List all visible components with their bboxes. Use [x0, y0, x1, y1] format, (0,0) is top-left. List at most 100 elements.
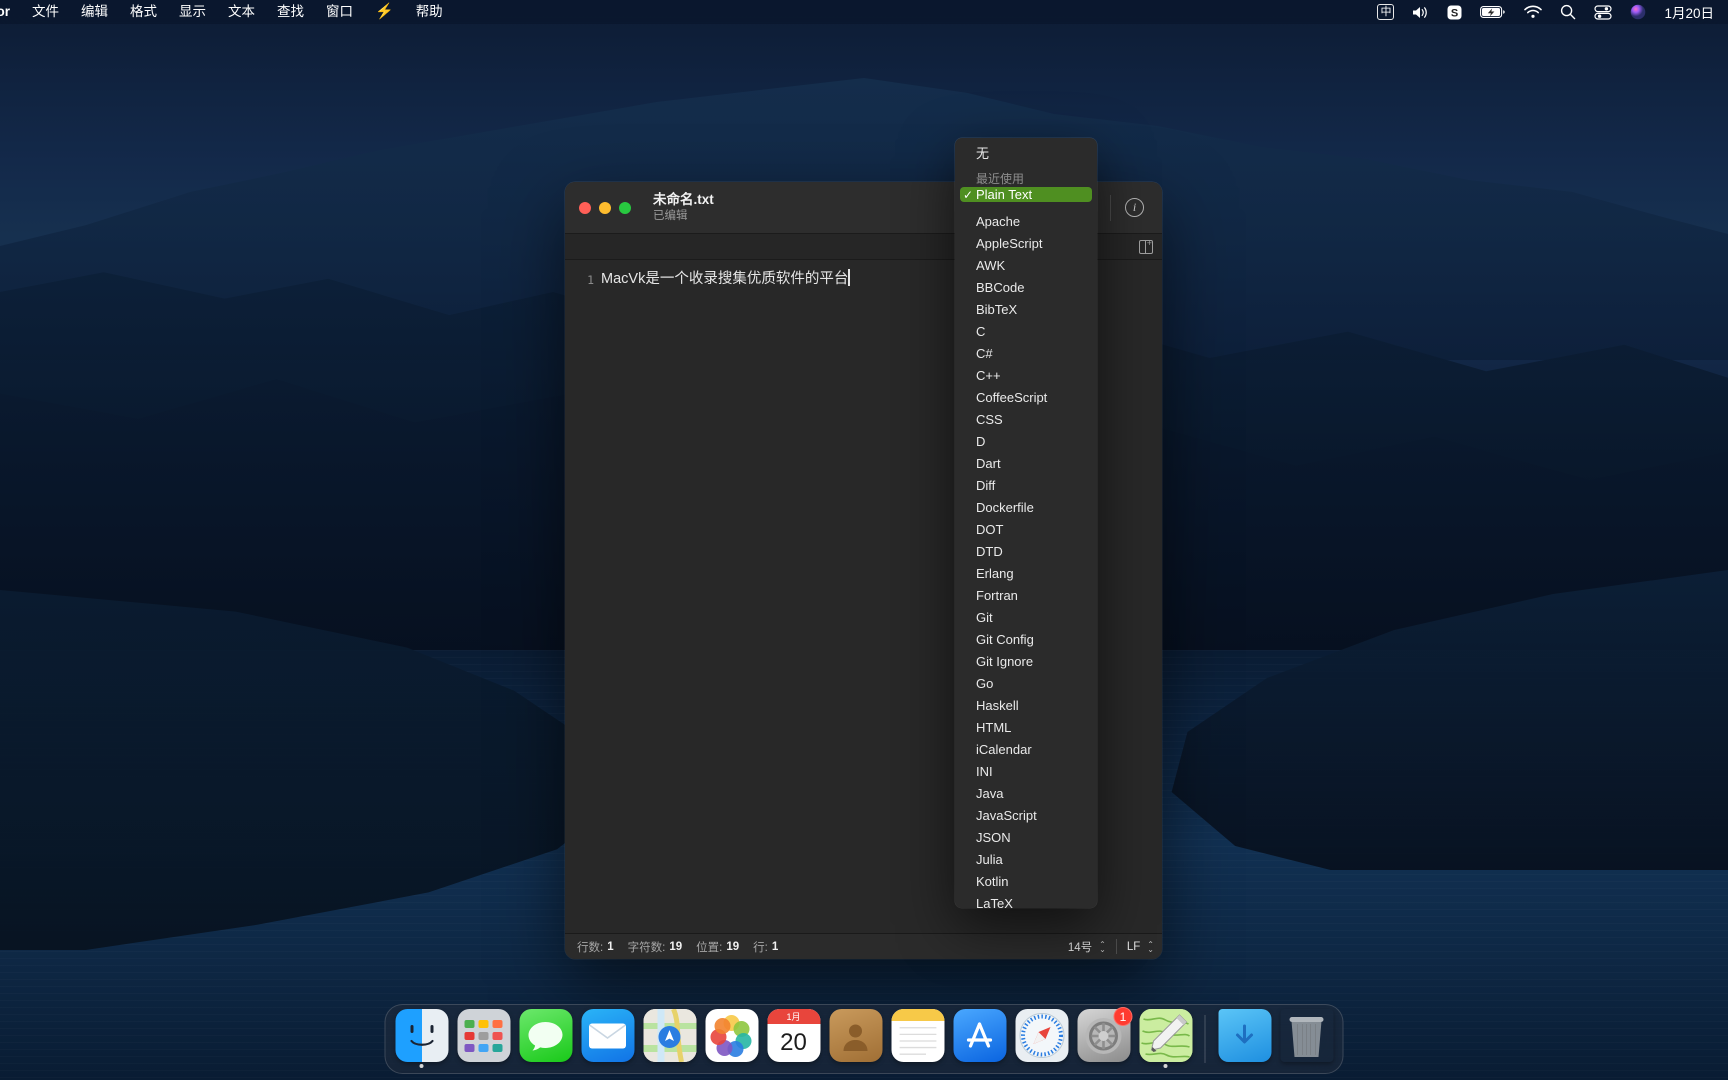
encoding-stepper-icon[interactable]: ⌃ ⌄	[1099, 940, 1106, 953]
menu-bar-date[interactable]: 1月20日	[1655, 2, 1720, 22]
menu-item-format[interactable]: 格式	[119, 0, 168, 24]
wifi-icon[interactable]	[1515, 0, 1551, 24]
status-position: 位置: 19	[696, 939, 739, 955]
menu-option-git-config[interactable]: Git Config	[955, 628, 1097, 650]
menu-option-haskell[interactable]: Haskell	[955, 694, 1097, 716]
menu-option-none[interactable]: 无	[955, 143, 1097, 162]
menu-option-diff[interactable]: Diff	[955, 474, 1097, 496]
menu-item-find[interactable]: 查找	[266, 0, 315, 24]
menu-option-awk[interactable]: AWK	[955, 254, 1097, 276]
dock-item-maps[interactable]	[642, 1009, 698, 1069]
input-method-icon[interactable]: 中	[1368, 0, 1403, 24]
menu-option-dart[interactable]: Dart	[955, 452, 1097, 474]
battery-charging-icon[interactable]	[1471, 0, 1515, 24]
dock-item-notes[interactable]	[890, 1009, 946, 1069]
dock-item-trash[interactable]	[1279, 1009, 1335, 1069]
line-ending-popup[interactable]: LF ⌃ ⌄	[1123, 937, 1158, 956]
menu-option-javascript[interactable]: JavaScript	[955, 804, 1097, 826]
info-circle-icon[interactable]: i	[1125, 198, 1144, 217]
dock-item-system-preferences[interactable]: 1	[1076, 1007, 1133, 1069]
menu-option-kotlin[interactable]: Kotlin	[955, 870, 1097, 892]
dock-item-launchpad[interactable]	[456, 1009, 512, 1069]
window-title-block: 未命名.txt 已编辑	[653, 192, 714, 223]
search-icon[interactable]	[1551, 0, 1585, 24]
notification-badge: 1	[1113, 1007, 1133, 1026]
menu-option-dot[interactable]: DOT	[955, 518, 1097, 540]
menu-item-help[interactable]: 帮助	[405, 0, 454, 24]
control-center-icon[interactable]	[1585, 0, 1621, 24]
menu-option-coffeescript[interactable]: CoffeeScript	[955, 386, 1097, 408]
syntax-style-dropdown-menu[interactable]: 无 最近使用 ✓ Plain Text Apache AppleScript AWK…	[955, 138, 1097, 908]
running-indicator	[1163, 1064, 1168, 1068]
notes-icon	[891, 1009, 944, 1062]
dock-item-calendar[interactable]: 1月 20	[766, 1009, 822, 1069]
dock-item-finder[interactable]	[394, 1009, 450, 1069]
menu-option-html[interactable]: HTML	[955, 716, 1097, 738]
menu-option-git-ignore[interactable]: Git Ignore	[955, 650, 1097, 672]
dock-item-contacts[interactable]	[828, 1009, 884, 1069]
snipaste-icon[interactable]: S	[1438, 0, 1471, 24]
menu-option-ini[interactable]: INI	[955, 760, 1097, 782]
status-line: 行: 1	[753, 939, 778, 955]
dock-item-coteditor[interactable]	[1138, 1009, 1194, 1069]
menu-option-dockerfile[interactable]: Dockerfile	[955, 496, 1097, 518]
menu-option-css[interactable]: CSS	[955, 408, 1097, 430]
menu-option-bbcode[interactable]: BBCode	[955, 276, 1097, 298]
menu-option-julia[interactable]: Julia	[955, 848, 1097, 870]
calendar-day: 20	[780, 1029, 807, 1056]
menu-option-erlang[interactable]: Erlang	[955, 562, 1097, 584]
menu-option-c[interactable]: C	[955, 320, 1097, 342]
coteditor-icon	[1139, 1009, 1192, 1062]
menu-option-icalendar[interactable]: iCalendar	[955, 738, 1097, 760]
menu-option-c[interactable]: C++	[955, 364, 1097, 386]
line-ending-stepper-icon[interactable]: ⌃ ⌄	[1147, 940, 1154, 953]
dock-item-photos[interactable]	[704, 1009, 760, 1069]
menu-option-d[interactable]: D	[955, 430, 1097, 452]
encoding-popup[interactable]: 14号 ⌃ ⌄	[1064, 937, 1110, 956]
menu-option-dtd[interactable]: DTD	[955, 540, 1097, 562]
menu-option-applescript[interactable]: AppleScript	[955, 232, 1097, 254]
trash-icon	[1280, 1009, 1333, 1062]
menu-option-fortran[interactable]: Fortran	[955, 584, 1097, 606]
text-caret	[848, 269, 850, 286]
contacts-icon	[829, 1009, 882, 1062]
messages-icon	[519, 1009, 572, 1062]
status-line-label: 行:	[753, 941, 768, 954]
siri-icon[interactable]	[1621, 0, 1655, 24]
dock-item-mail[interactable]	[580, 1009, 636, 1069]
menu-option-git[interactable]: Git	[955, 606, 1097, 628]
lightning-bolt-icon[interactable]: ⚡	[364, 0, 405, 24]
minimize-button[interactable]	[599, 201, 611, 214]
menu-item-edit[interactable]: 编辑	[70, 0, 119, 24]
split-view-add-icon[interactable]	[1139, 238, 1153, 254]
volume-icon[interactable]	[1403, 0, 1438, 24]
menu-bar: tor 文件 编辑 格式 显示 文本 查找 窗口 ⚡ 帮助 中 S	[0, 0, 1728, 24]
close-button[interactable]	[579, 201, 591, 214]
menu-option-plain-text-label: Plain Text	[976, 187, 1033, 202]
menu-option-bibtex[interactable]: BibTeX	[955, 298, 1097, 320]
menu-item-file[interactable]: 文件	[21, 0, 70, 24]
dock-item-messages[interactable]	[518, 1009, 574, 1069]
maximize-button[interactable]	[619, 201, 631, 214]
dock-item-downloads[interactable]	[1217, 1009, 1273, 1069]
menu-item-text[interactable]: 文本	[217, 0, 266, 24]
editor-status-bar: 行数: 1 字符数: 19 位置: 19 行: 1 14号 ⌃ ⌄ LF ⌃ ⌄	[565, 933, 1162, 959]
menu-item-window[interactable]: 窗口	[315, 0, 364, 24]
status-separator	[1115, 939, 1117, 954]
menu-option-go[interactable]: Go	[955, 672, 1097, 694]
menu-option-apache[interactable]: Apache	[955, 210, 1097, 232]
editor-line-1: MacVk是一个收录搜集优质软件的平台	[601, 271, 849, 287]
menu-option-json[interactable]: JSON	[955, 826, 1097, 848]
dock-item-appstore[interactable]	[952, 1009, 1008, 1069]
menu-option-latex[interactable]: LaTeX	[955, 892, 1097, 909]
menu-app-name[interactable]: tor	[0, 0, 21, 24]
menu-option-plain-text[interactable]: ✓ Plain Text	[960, 187, 1092, 202]
menu-item-view[interactable]: 显示	[168, 0, 217, 24]
window-controls	[579, 201, 631, 214]
photos-icon	[705, 1009, 758, 1062]
dock-divider	[1204, 1015, 1206, 1063]
dock-item-safari[interactable]	[1014, 1009, 1070, 1069]
check-icon: ✓	[963, 187, 974, 202]
menu-option-c[interactable]: C#	[955, 342, 1097, 364]
menu-option-java[interactable]: Java	[955, 782, 1097, 804]
